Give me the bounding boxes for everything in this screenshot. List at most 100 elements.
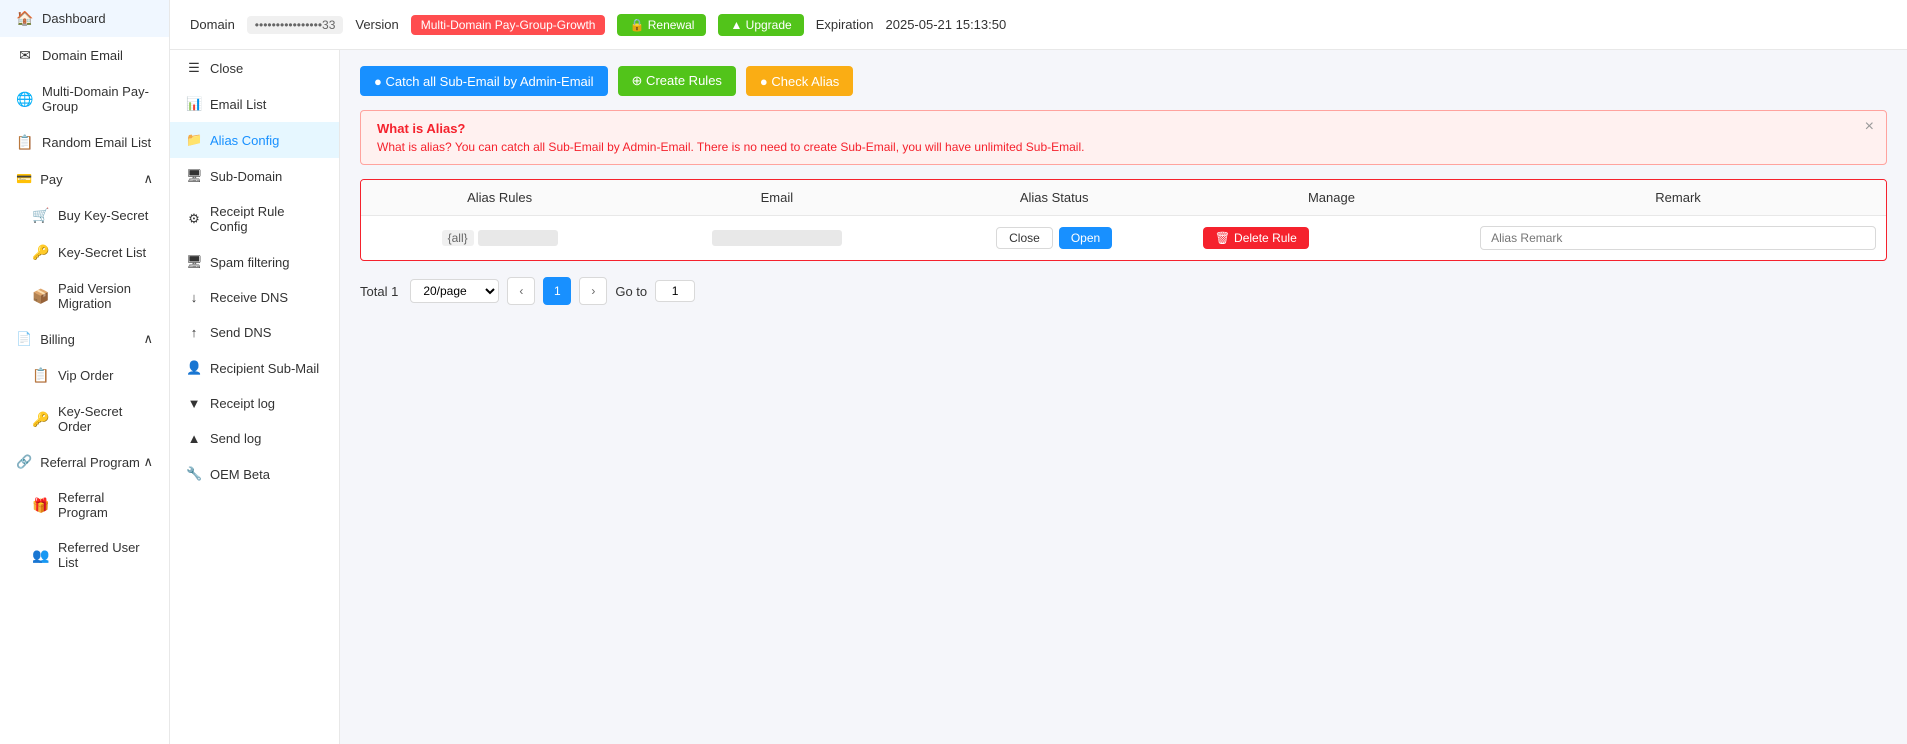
sidebar-label-vip-order: Vip Order <box>58 368 113 383</box>
sidebar-label-dashboard: Dashboard <box>42 11 106 26</box>
sidebar-item-billing[interactable]: 📄 Billing ∧ <box>0 321 169 357</box>
right-content: ● Catch all Sub-Email by Admin-Email ⊕ C… <box>340 50 1907 744</box>
domain-value: ••••••••••••••••33 <box>247 16 344 34</box>
version-badge: Multi-Domain Pay-Group-Growth <box>411 15 606 35</box>
sidebar-item-referred-users[interactable]: 👥 Referred User List <box>0 530 169 580</box>
users-icon: 👥 <box>32 547 50 564</box>
col-alias-status: Alias Status <box>916 190 1193 205</box>
close-status-button[interactable]: Close <box>996 227 1053 249</box>
page-1-button[interactable]: 1 <box>543 277 571 305</box>
sidebar-item-key-order[interactable]: 🔑 Key-Secret Order <box>0 394 169 444</box>
left-panel-recipient[interactable]: 👤 Recipient Sub-Mail <box>170 350 339 386</box>
left-panel-recipient-label: Recipient Sub-Mail <box>210 361 319 376</box>
trash-icon: 🗑 <box>1215 231 1230 245</box>
col-remark: Remark <box>1470 190 1886 205</box>
col-manage: Manage <box>1193 190 1470 205</box>
alias-tag: {all} <box>442 230 474 246</box>
left-panel-receive-dns-label: Receive DNS <box>210 290 288 305</box>
delete-rule-button[interactable]: 🗑 Delete Rule <box>1203 227 1309 249</box>
col-alias-rules: Alias Rules <box>361 190 638 205</box>
left-panel-send-log-label: Send log <box>210 431 261 446</box>
left-panel-email-list-label: Email List <box>210 97 266 112</box>
key-order-icon: 🔑 <box>32 411 50 428</box>
remark-input[interactable] <box>1480 226 1876 250</box>
sidebar-label-random-email: Random Email List <box>42 135 151 150</box>
sidebar-label-pay: Pay <box>40 172 62 187</box>
hamburger-icon: ☰ <box>186 60 202 76</box>
down-arrow-icon: ↓ <box>186 290 202 305</box>
email-blurred <box>712 230 842 246</box>
left-panel-sub-domain-label: Sub-Domain <box>210 169 282 184</box>
prev-page-button[interactable]: ‹ <box>507 277 535 305</box>
open-status-button[interactable]: Open <box>1059 227 1112 249</box>
left-panel-sub-domain[interactable]: 🖥 Sub-Domain <box>170 158 339 194</box>
renewal-button[interactable]: 🔒 Renewal <box>617 14 706 36</box>
sidebar-item-buy-key[interactable]: 🛒 Buy Key-Secret <box>0 197 169 234</box>
gear-icon: ⚙ <box>186 211 202 227</box>
left-panel-receipt-log-label: Receipt log <box>210 396 275 411</box>
globe-icon: 🌐 <box>16 91 34 108</box>
sidebar-item-vip-order[interactable]: 📋 Vip Order <box>0 357 169 394</box>
billing-icon: 📄 <box>16 331 32 347</box>
key-icon: 🔑 <box>32 244 50 261</box>
chevron-up-referral-icon: ∧ <box>143 454 153 470</box>
sidebar-item-multi-domain[interactable]: 🌐 Multi-Domain Pay-Group <box>0 74 169 124</box>
sidebar-item-referral[interactable]: 🔗 Referral Program ∧ <box>0 444 169 480</box>
col-email: Email <box>638 190 915 205</box>
cell-manage: 🗑 Delete Rule <box>1193 227 1470 249</box>
info-alert-close-button[interactable]: × <box>1865 119 1874 135</box>
cell-alias-rules: {all} <box>361 230 638 246</box>
sidebar-label-domain-email: Domain Email <box>42 48 123 63</box>
content-area: ‹ ☰ Close 📊 Email List 📁 Alias Config 🖥 … <box>170 50 1907 744</box>
spam-icon: 🖥 <box>186 254 202 270</box>
sidebar-item-pay[interactable]: 💳 Pay ∧ <box>0 161 169 197</box>
sidebar-label-multi-domain: Multi-Domain Pay-Group <box>42 84 153 114</box>
sidebar-item-key-list[interactable]: 🔑 Key-Secret List <box>0 234 169 271</box>
expiration-value: 2025-05-21 15:13:50 <box>886 17 1007 32</box>
panel-toggle[interactable]: ‹ <box>339 377 340 417</box>
goto-input[interactable] <box>655 280 695 302</box>
wrench-icon: 🔧 <box>186 466 202 482</box>
sidebar-item-dashboard[interactable]: 🏠 Dashboard <box>0 0 169 37</box>
sidebar-label-referred-users: Referred User List <box>58 540 153 570</box>
pay-icon: 💳 <box>16 171 32 187</box>
info-alert: What is Alias? What is alias? You can ca… <box>360 110 1887 165</box>
left-panel-receipt-rule[interactable]: ⚙ Receipt Rule Config <box>170 194 339 244</box>
left-panel-receipt-log[interactable]: ▼ Receipt log <box>170 386 339 421</box>
sidebar-item-random-email[interactable]: 📋 Random Email List <box>0 124 169 161</box>
alias-rules-blurred <box>478 230 558 246</box>
referral-icon: 🔗 <box>16 454 32 470</box>
left-panel-receive-dns[interactable]: ↓ Receive DNS <box>170 280 339 315</box>
left-panel-spam-label: Spam filtering <box>210 255 289 270</box>
left-panel-email-list[interactable]: 📊 Email List <box>170 86 339 122</box>
sidebar-item-domain-email[interactable]: ✉ Domain Email <box>0 37 169 74</box>
table-header: Alias Rules Email Alias Status Manage Re… <box>361 180 1886 216</box>
buy-icon: 🛒 <box>32 207 50 224</box>
left-panel-oem[interactable]: 🔧 OEM Beta <box>170 456 339 492</box>
total-count: 1 <box>391 284 398 299</box>
check-alias-button[interactable]: ● Check Alias <box>746 66 853 96</box>
chevron-up-icon: ∧ <box>143 171 153 187</box>
upgrade-button[interactable]: ▲ Upgrade <box>718 14 803 36</box>
left-panel-receipt-rule-label: Receipt Rule Config <box>210 204 323 234</box>
left-panel-send-dns[interactable]: ↑ Send DNS <box>170 315 339 350</box>
left-panel-send-log[interactable]: ▲ Send log <box>170 421 339 456</box>
sidebar-label-billing: Billing <box>40 332 75 347</box>
next-page-button[interactable]: › <box>579 277 607 305</box>
create-rules-button[interactable]: ⊕ Create Rules <box>618 66 736 96</box>
cell-alias-status: Close Open <box>916 227 1193 249</box>
left-panel: ‹ ☰ Close 📊 Email List 📁 Alias Config 🖥 … <box>170 50 340 744</box>
version-label: Version <box>355 17 398 32</box>
left-panel-send-dns-label: Send DNS <box>210 325 271 340</box>
monitor-icon: 🖥 <box>186 168 202 184</box>
sidebar-label-paid-migration: Paid Version Migration <box>58 281 153 311</box>
chevron-up-billing-icon: ∧ <box>143 331 153 347</box>
sidebar-item-paid-migration[interactable]: 📦 Paid Version Migration <box>0 271 169 321</box>
sidebar-item-referral-program[interactable]: 🎁 Referral Program <box>0 480 169 530</box>
left-panel-spam[interactable]: 🖥 Spam filtering <box>170 244 339 280</box>
left-panel-close[interactable]: ☰ Close <box>170 50 339 86</box>
per-page-select[interactable]: 20/page 50/page 100/page <box>410 279 499 303</box>
left-panel-oem-label: OEM Beta <box>210 467 270 482</box>
left-panel-alias-config[interactable]: 📁 Alias Config <box>170 122 339 158</box>
catch-all-button[interactable]: ● Catch all Sub-Email by Admin-Email <box>360 66 608 96</box>
